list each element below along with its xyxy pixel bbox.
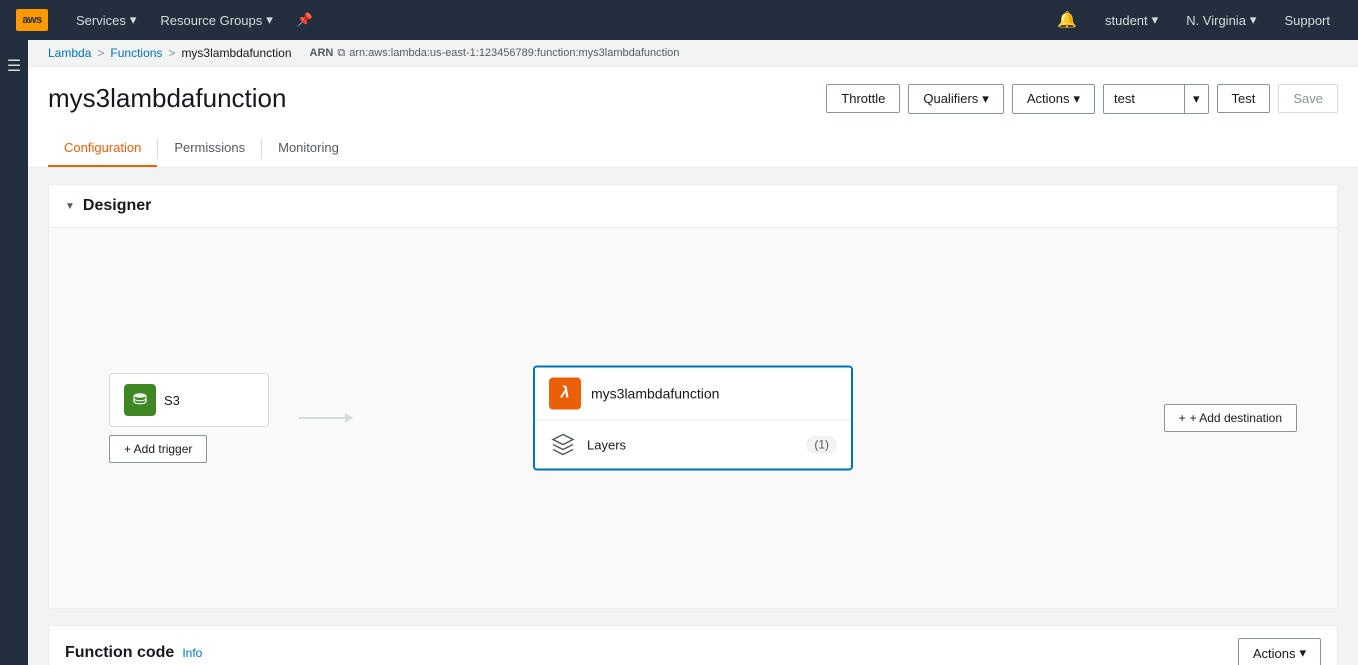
services-chevron-icon: ▾: [130, 12, 137, 28]
throttle-button[interactable]: Throttle: [826, 84, 900, 113]
actions-label: Actions: [1027, 91, 1070, 106]
support-label: Support: [1284, 13, 1330, 28]
aws-logo-text: aws: [22, 14, 41, 26]
designer-section: ▼ Designer: [48, 184, 1338, 609]
arn-label: ARN: [310, 47, 334, 59]
function-code-actions-button[interactable]: Actions ▾: [1238, 638, 1321, 665]
info-link[interactable]: Info: [182, 646, 202, 660]
designer-collapse-icon: ▼: [65, 201, 75, 212]
aws-logo[interactable]: aws: [16, 9, 48, 31]
layers-label: Layers: [587, 437, 796, 452]
connector-line: [299, 417, 349, 419]
actions-chevron-icon: ▾: [1073, 91, 1080, 107]
lambda-function-name: mys3lambdafunction: [591, 386, 719, 402]
qualifiers-button[interactable]: Qualifiers ▾: [908, 84, 1003, 114]
plus-icon: +: [1179, 411, 1186, 425]
test-select: test ▾: [1103, 84, 1209, 114]
function-code-title: Function code: [65, 644, 174, 662]
tabs: Configuration Permissions Monitoring: [48, 130, 1338, 167]
resource-groups-chevron-icon: ▾: [266, 12, 273, 28]
sidebar-menu-icon[interactable]: ☰: [1, 50, 27, 82]
header-actions: Throttle Qualifiers ▾ Actions ▾ test ▾ T…: [826, 84, 1338, 114]
nav-right-section: 🔔 student ▾ N. Virginia ▾ Support: [1045, 0, 1342, 40]
page-header: mys3lambdafunction Throttle Qualifiers ▾…: [28, 67, 1358, 168]
designer-body: S3 + Add trigger λ: [49, 228, 1337, 608]
test-button[interactable]: Test: [1217, 84, 1271, 113]
function-code-header: Function code Info Actions ▾: [49, 626, 1337, 665]
sidebar: ☰: [0, 40, 28, 665]
breadcrumb: Lambda > Functions > mys3lambdafunction …: [28, 40, 1358, 67]
resource-groups-nav-item[interactable]: Resource Groups ▾: [148, 0, 284, 40]
lambda-icon: λ: [549, 378, 581, 410]
page-header-top: mys3lambdafunction Throttle Qualifiers ▾…: [48, 83, 1338, 114]
top-navigation: aws Services ▾ Resource Groups ▾ 📌 🔔 stu…: [0, 0, 1358, 40]
actions-button[interactable]: Actions ▾: [1012, 84, 1095, 114]
layers-count: (1): [806, 436, 837, 454]
user-menu[interactable]: student ▾: [1093, 0, 1170, 40]
breadcrumb-sep-1: >: [97, 46, 104, 60]
user-label: student: [1105, 13, 1148, 28]
copy-icon[interactable]: ⧉: [337, 47, 345, 60]
save-button[interactable]: Save: [1278, 84, 1338, 113]
lambda-function-box[interactable]: λ mys3lambdafunction: [533, 366, 853, 471]
function-code-actions-label: Actions: [1253, 646, 1296, 661]
function-code-actions-chevron-icon: ▾: [1299, 645, 1306, 661]
breadcrumb-lambda[interactable]: Lambda: [48, 46, 91, 60]
function-code-actions: Actions ▾: [1238, 638, 1321, 665]
test-select-value[interactable]: test: [1104, 85, 1184, 112]
trigger-group: S3 + Add trigger: [109, 373, 269, 463]
services-nav-item[interactable]: Services ▾: [64, 0, 148, 40]
region-menu[interactable]: N. Virginia ▾: [1174, 0, 1268, 40]
designer-title: Designer: [83, 197, 151, 215]
breadcrumb-sep-2: >: [168, 46, 175, 60]
notification-bell[interactable]: 🔔: [1045, 0, 1089, 40]
tab-permissions[interactable]: Permissions: [158, 130, 261, 167]
breadcrumb-functions[interactable]: Functions: [110, 46, 162, 60]
add-destination-button[interactable]: + + Add destination: [1164, 404, 1297, 432]
user-chevron-icon: ▾: [1152, 12, 1159, 28]
region-label: N. Virginia: [1186, 13, 1246, 28]
support-menu[interactable]: Support: [1272, 0, 1342, 40]
test-select-arrow-icon[interactable]: ▾: [1184, 85, 1208, 113]
tab-configuration[interactable]: Configuration: [48, 130, 157, 167]
pin-icon: 📌: [297, 12, 313, 28]
layers-icon: [549, 431, 577, 459]
lambda-header: λ mys3lambdafunction: [535, 368, 851, 421]
tab-monitoring[interactable]: Monitoring: [262, 130, 355, 167]
s3-label: S3: [164, 393, 180, 408]
content-area: Lambda > Functions > mys3lambdafunction …: [28, 40, 1358, 665]
page-title: mys3lambdafunction: [48, 83, 826, 114]
add-destination-label: + Add destination: [1190, 411, 1282, 425]
services-label: Services: [76, 13, 126, 28]
arn-value: arn:aws:lambda:us-east-1:123456789:funct…: [349, 47, 679, 59]
resource-groups-label: Resource Groups: [160, 13, 262, 28]
arn-section: ARN ⧉ arn:aws:lambda:us-east-1:123456789…: [310, 47, 680, 60]
s3-icon: [124, 384, 156, 416]
region-chevron-icon: ▾: [1250, 12, 1257, 28]
function-code-section: Function code Info Actions ▾: [48, 625, 1338, 665]
designer-section-header[interactable]: ▼ Designer: [49, 185, 1337, 228]
add-trigger-button[interactable]: + Add trigger: [109, 435, 207, 463]
bell-icon: 🔔: [1057, 10, 1077, 30]
pin-icon-nav[interactable]: 📌: [285, 0, 325, 40]
qualifiers-label: Qualifiers: [923, 91, 978, 106]
designer-canvas: S3 + Add trigger λ: [69, 248, 1317, 588]
breadcrumb-current: mys3lambdafunction: [181, 46, 291, 60]
s3-trigger-box[interactable]: S3: [109, 373, 269, 427]
main-wrapper: ☰ Lambda > Functions > mys3lambdafunctio…: [0, 40, 1358, 665]
qualifiers-chevron-icon: ▾: [982, 91, 989, 107]
lambda-box-wrapper: λ mys3lambdafunction: [533, 366, 853, 471]
lambda-layers[interactable]: Layers (1): [535, 421, 851, 469]
